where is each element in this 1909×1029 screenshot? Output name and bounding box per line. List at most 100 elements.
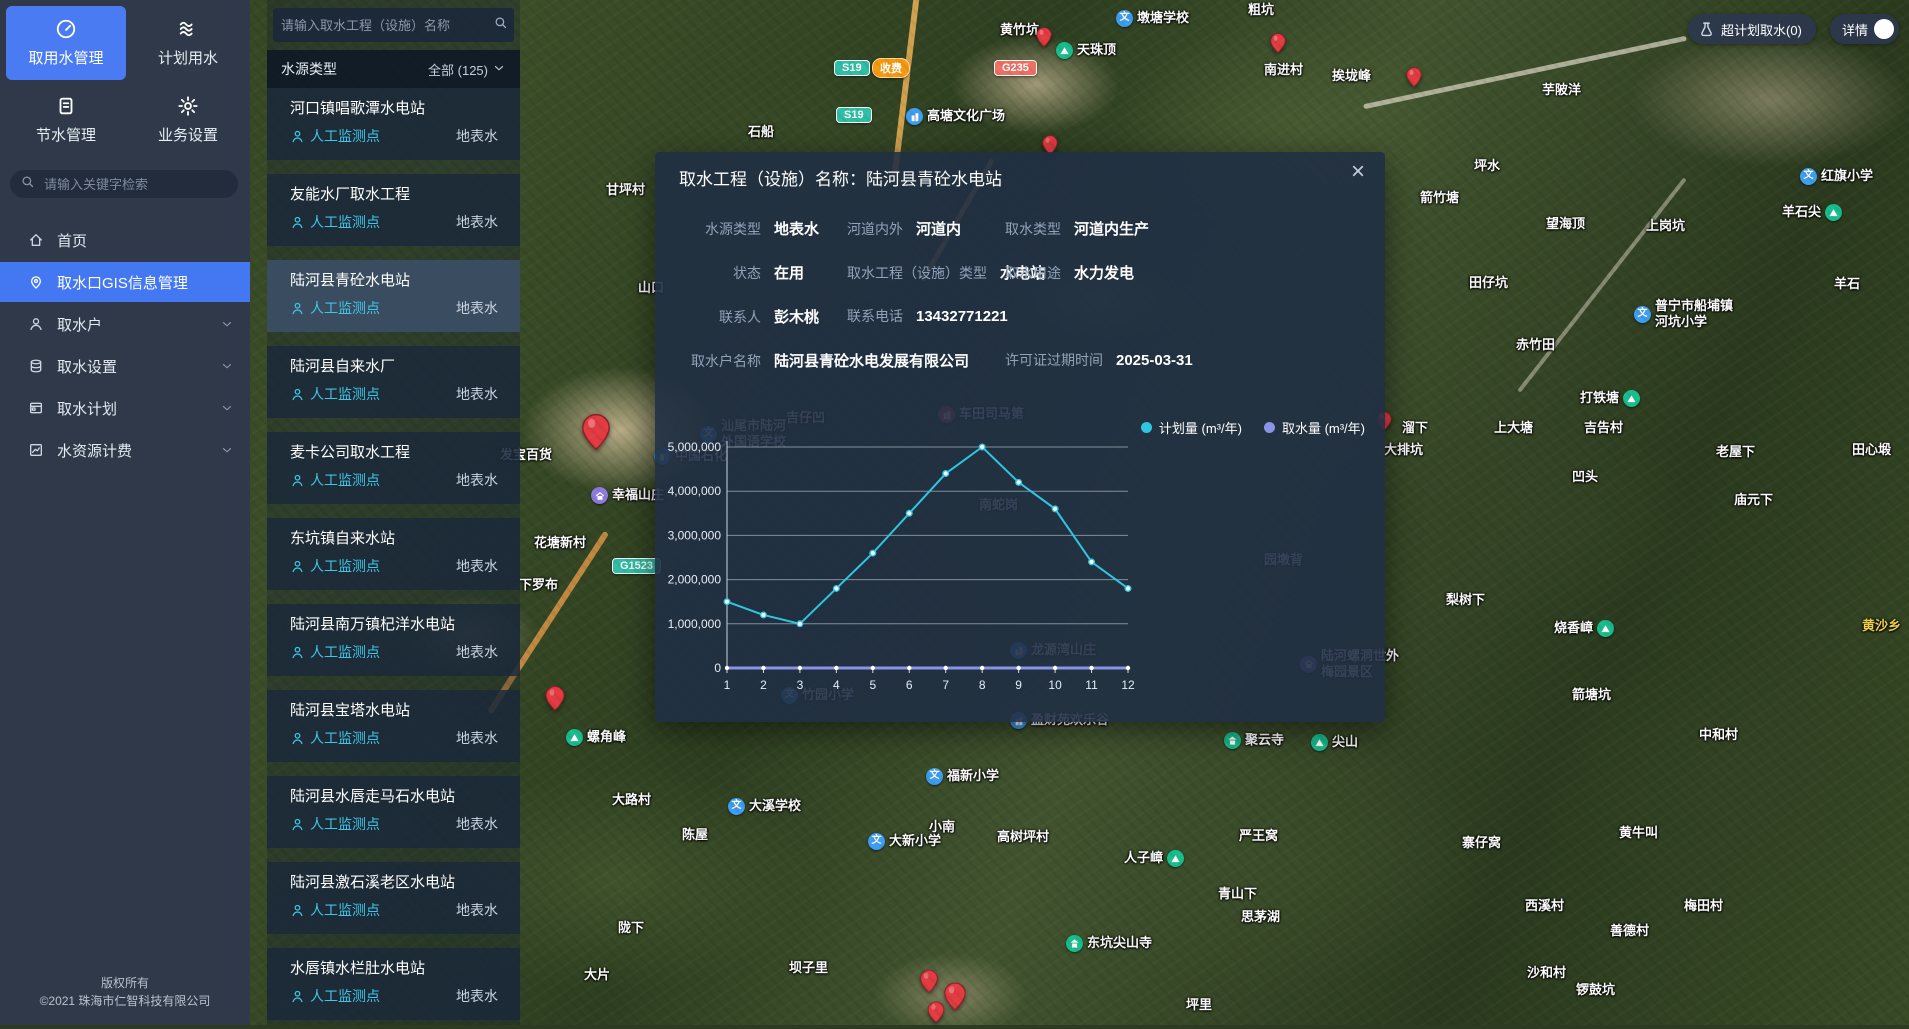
map-marker-pin[interactable] (574, 408, 618, 457)
sidebar-item-label: 取水计划 (57, 398, 117, 419)
nav-tile-2[interactable]: 计划用水 (132, 6, 244, 80)
facility-list-item[interactable]: 陆河县水唇走马石水电站人工监测点地表水 (267, 776, 520, 848)
map-label: 凹头 (1572, 469, 1598, 485)
road-badge: S19 (836, 107, 872, 123)
field-row: 状态在用取水工程（设施）类型水电站取水用途水力发电 (679, 254, 1361, 298)
school-icon: 文 (728, 798, 745, 815)
map-label-text: 石船 (748, 124, 774, 140)
sidebar-item-4[interactable]: 取水设置 (0, 346, 250, 386)
legend-item[interactable]: 计划量 (m³/年) (1141, 418, 1242, 437)
search-icon (20, 174, 35, 194)
map-label-text: 赤竹田 (1516, 337, 1555, 353)
nav-tile-1[interactable]: 取用水管理 (6, 6, 126, 80)
water-type-label: 地表水 (456, 900, 498, 920)
map-road (891, 0, 920, 178)
legend-item[interactable]: 取水量 (m³/年) (1264, 418, 1365, 437)
water-type-label: 地表水 (456, 298, 498, 318)
close-icon[interactable]: × (1351, 160, 1365, 184)
field-row: 取水户名称陆河县青砼水电发展有限公司许可证过期时间2025-03-31 (679, 342, 1361, 386)
map-label-text: 芋陂洋 (1542, 82, 1581, 98)
map-label: 沙和村 (1527, 965, 1566, 981)
map-marker-pin[interactable] (1032, 24, 1056, 53)
monitor-type-label: 人工监测点 (310, 728, 380, 748)
map-label: 大路村 (612, 792, 651, 808)
facility-list-item[interactable]: 东坑镇自来水站人工监测点地表水 (267, 518, 520, 590)
map-label-text: 普宁市船埔镇 河坑小学 (1655, 298, 1733, 331)
copyright-line2: ©2021 珠海市仁智科技有限公司 (0, 992, 250, 1011)
facility-list-item[interactable]: 河口镇唱歌潭水电站人工监测点地表水 (267, 88, 520, 160)
map-label-text: 黄牛叫 (1619, 825, 1658, 841)
map-label-text: 黄沙乡 (1862, 618, 1901, 634)
mountain-icon (1056, 42, 1073, 59)
map-label: 田心塅 (1852, 442, 1891, 458)
doc-icon (55, 95, 77, 117)
facility-list-item[interactable]: 水唇镇水栏肚水电站人工监测点地表水 (267, 948, 520, 1020)
map-label-text: 寨仔窝 (1462, 835, 1501, 851)
map-label: 吉告村 (1584, 420, 1623, 436)
facility-list-item[interactable]: 陆河县宝塔水电站人工监测点地表水 (267, 690, 520, 762)
map-label: 螺角峰 (566, 729, 626, 746)
map-label-text: 善德村 (1610, 923, 1649, 939)
sidebar-item-2[interactable]: 取水口GIS信息管理 (0, 262, 250, 302)
gauge-icon (55, 18, 77, 40)
map-label: 文普宁市船埔镇 河坑小学 (1634, 298, 1733, 331)
search-icon[interactable] (493, 15, 508, 35)
facility-list-header: 水源类型 全部 (125) (267, 50, 520, 88)
person-icon (290, 731, 305, 746)
facility-search-input[interactable] (279, 17, 493, 34)
field-value: 河道内 (916, 218, 961, 239)
facility-name: 陆河县激石溪老区水电站 (290, 871, 510, 892)
home-icon (28, 232, 46, 248)
map-label-text: 箭竹塘 (1420, 190, 1459, 206)
map-marker-pin[interactable] (915, 966, 943, 999)
map-label-text: 陈屋 (682, 827, 708, 843)
monitor-type-label: 人工监测点 (310, 470, 380, 490)
facility-list-item[interactable]: 陆河县青砼水电站人工监测点地表水 (267, 260, 520, 332)
map-label-text: 羊石尖 (1782, 204, 1821, 220)
nav-tile-3[interactable]: 节水管理 (6, 88, 126, 152)
monitor-type-label: 人工监测点 (310, 298, 380, 318)
toggle-knob[interactable] (1874, 19, 1894, 39)
sidebar-search-box[interactable] (10, 170, 238, 198)
map-label-text: 望海顶 (1546, 216, 1585, 232)
chevron-down-icon (220, 317, 234, 331)
field: 河道内外河道内 (847, 218, 961, 239)
facility-list-item[interactable]: 麦卡公司取水工程人工监测点地表水 (267, 432, 520, 504)
poi-icon (906, 108, 923, 125)
map-label-text: 坪水 (1474, 158, 1500, 174)
keyword-search-input[interactable] (42, 176, 228, 193)
detail-toggle[interactable]: 详情 (1830, 14, 1899, 44)
map-marker-pin[interactable] (1402, 64, 1426, 93)
facility-list-item[interactable]: 陆河县激石溪老区水电站人工监测点地表水 (267, 862, 520, 934)
map-label-text: 大路村 (612, 792, 651, 808)
facility-search-box[interactable] (273, 8, 514, 42)
map-label: 思茅湖 (1241, 909, 1280, 925)
map-marker-pin[interactable] (540, 682, 570, 717)
sidebar-item-3[interactable]: 取水户 (0, 304, 250, 344)
map-label-text: 尖山 (1332, 734, 1358, 750)
map-marker-pin[interactable] (938, 978, 972, 1017)
over-plan-intake-button[interactable]: 超计划取水(0) (1688, 14, 1816, 44)
map-road (1363, 36, 1687, 110)
waves-icon (177, 18, 199, 40)
field-value: 地表水 (774, 218, 819, 239)
water-type-label: 地表水 (456, 642, 498, 662)
facility-list-item[interactable]: 友能水厂取水工程人工监测点地表水 (267, 174, 520, 246)
map-label: 赤竹田 (1516, 337, 1555, 353)
gear-icon (177, 95, 199, 117)
map-label-text: 田仔坑 (1469, 275, 1508, 291)
map-label: 东坑尖山寺 (1066, 935, 1152, 952)
filter-all-dropdown[interactable]: 全部 (125) (428, 60, 506, 79)
pin-icon (28, 274, 46, 290)
facility-list-item[interactable]: 陆河县南万镇杞洋水电站人工监测点地表水 (267, 604, 520, 676)
map-marker-pin[interactable] (923, 998, 949, 1029)
facility-list-item[interactable]: 陆河县自来水厂人工监测点地表水 (267, 346, 520, 418)
facility-name: 陆河县宝塔水电站 (290, 699, 510, 720)
sidebar-item-6[interactable]: 水资源计费 (0, 430, 250, 470)
sidebar-item-5[interactable]: 取水计划 (0, 388, 250, 428)
sidebar-item-1[interactable]: 首页 (0, 220, 250, 260)
chevron-down-icon (492, 61, 506, 78)
nav-tile-4[interactable]: 业务设置 (132, 88, 244, 152)
road-badge: S19 (834, 60, 870, 76)
map-marker-pin[interactable] (1266, 30, 1290, 59)
